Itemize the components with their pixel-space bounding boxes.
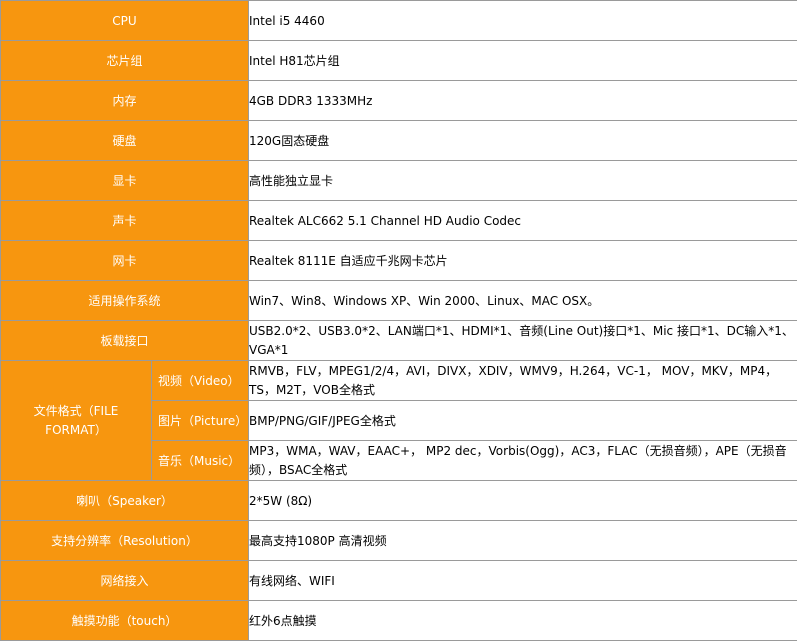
table-row: 内存 4GB DDR3 1333MHz [0, 80, 797, 121]
row-value-disk: 120G固态硬盘 [248, 120, 797, 161]
table-row: 喇叭（Speaker） 2*5W (8Ω) [0, 480, 797, 521]
table-row: 显卡 高性能独立显卡 [0, 160, 797, 201]
table-row: 支持分辨率（Resolution） 最高支持1080P 高清视频 [0, 520, 797, 561]
table-row: 芯片组 Intel H81芯片组 [0, 40, 797, 81]
file-format-video-label: 视频（Video） [151, 360, 249, 401]
row-value-network: Realtek 8111E 自适应千兆网卡芯片 [248, 240, 797, 281]
row-value-speaker: 2*5W (8Ω) [248, 480, 797, 521]
table-row: 网络接入 有线网络、WIFI [0, 560, 797, 601]
file-format-label-line2: FORMAT） [45, 422, 107, 437]
file-format-label: 文件格式（FILE FORMAT） [0, 360, 152, 481]
row-label-chipset: 芯片组 [0, 40, 249, 81]
row-value-cpu: Intel i5 4460 [248, 0, 797, 41]
file-format-label-line1: 文件格式（FILE [33, 403, 119, 418]
row-label-resolution: 支持分辨率（Resolution） [0, 520, 249, 561]
row-label-memory: 内存 [0, 80, 249, 121]
row-value-network-access: 有线网络、WIFI [248, 560, 797, 601]
row-value-ports: USB2.0*2、USB3.0*2、LAN端口*1、HDMI*1、音频(Line… [248, 320, 797, 361]
file-format-music-label: 音乐（Music） [151, 440, 249, 481]
row-value-chipset: Intel H81芯片组 [248, 40, 797, 81]
row-value-os: Win7、Win8、Windows XP、Win 2000、Linux、MAC … [248, 280, 797, 321]
row-label-os: 适用操作系统 [0, 280, 249, 321]
table-row: 网卡 Realtek 8111E 自适应千兆网卡芯片 [0, 240, 797, 281]
row-label-ports: 板载接口 [0, 320, 249, 361]
file-format-video-value: RMVB，FLV，MPEG1/2/4，AVI，DIVX，XDIV，WMV9，H.… [248, 360, 797, 401]
spec-table: CPU Intel i5 4460 芯片组 Intel H81芯片组 内存 4G… [0, 0, 797, 641]
row-label-cpu: CPU [0, 0, 249, 41]
table-row: 声卡 Realtek ALC662 5.1 Channel HD Audio C… [0, 200, 797, 241]
table-row: 文件格式（FILE FORMAT） 视频（Video） RMVB，FLV，MPE… [0, 360, 797, 481]
row-label-sound: 声卡 [0, 200, 249, 241]
file-format-picture-value: BMP/PNG/GIF/JPEG全格式 [248, 400, 797, 441]
row-value-sound: Realtek ALC662 5.1 Channel HD Audio Code… [248, 200, 797, 241]
row-value-memory: 4GB DDR3 1333MHz [248, 80, 797, 121]
row-label-network: 网卡 [0, 240, 249, 281]
table-row: 硬盘 120G固态硬盘 [0, 120, 797, 161]
row-value-gpu: 高性能独立显卡 [248, 160, 797, 201]
table-row: CPU Intel i5 4460 [0, 0, 797, 41]
row-label-network-access: 网络接入 [0, 560, 249, 601]
row-label-gpu: 显卡 [0, 160, 249, 201]
row-value-resolution: 最高支持1080P 高清视频 [248, 520, 797, 561]
table-row: 适用操作系统 Win7、Win8、Windows XP、Win 2000、Lin… [0, 280, 797, 321]
file-format-music-value: MP3，WMA，WAV，EAAC+， MP2 dec，Vorbis(Ogg)，A… [248, 440, 797, 481]
row-label-speaker: 喇叭（Speaker） [0, 480, 249, 521]
table-row: 触摸功能（touch） 红外6点触摸 [0, 600, 797, 641]
row-label-touch: 触摸功能（touch） [0, 600, 249, 641]
table-row: 板载接口 USB2.0*2、USB3.0*2、LAN端口*1、HDMI*1、音频… [0, 320, 797, 361]
file-format-picture-label: 图片（Picture） [151, 400, 249, 441]
row-value-touch: 红外6点触摸 [248, 600, 797, 641]
row-label-disk: 硬盘 [0, 120, 249, 161]
